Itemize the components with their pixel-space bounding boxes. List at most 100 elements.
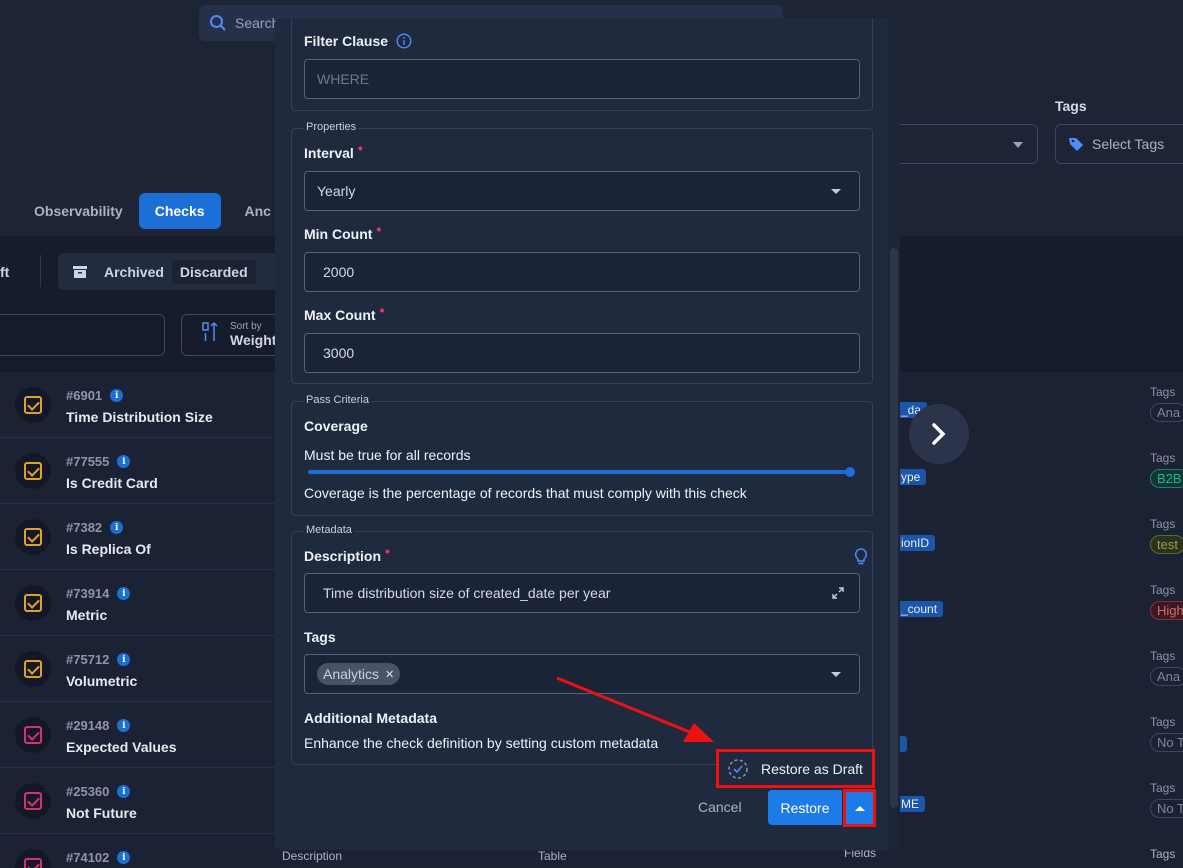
- sort-by-value: Weight: [230, 332, 277, 348]
- modal-scrollbar[interactable]: [888, 18, 900, 850]
- min-count-input[interactable]: 2000: [304, 252, 860, 292]
- check-name: Is Replica Of: [66, 541, 151, 557]
- max-count-input[interactable]: 3000: [304, 333, 860, 373]
- list-item[interactable]: #25360 i Not Future: [0, 768, 280, 834]
- list-item[interactable]: #77555 i Is Credit Card: [0, 438, 280, 504]
- list-item[interactable]: #73914 i Metric: [0, 570, 280, 636]
- list-item[interactable]: #7382 i Is Replica Of: [0, 504, 280, 570]
- description-input[interactable]: Time distribution size of created_date p…: [304, 573, 860, 613]
- tags-column-label: Tags: [1150, 649, 1176, 663]
- tag-chip: Ana: [1150, 667, 1183, 686]
- tag-chip: test: [1150, 535, 1183, 554]
- metadata-tags-select[interactable]: Analytics ✕: [304, 654, 860, 694]
- check-name: Not Future: [66, 805, 137, 821]
- max-count-value: 3000: [323, 345, 355, 361]
- field-badge: _count: [895, 601, 944, 617]
- tab-checks[interactable]: Checks: [138, 193, 221, 229]
- cancel-button[interactable]: Cancel: [698, 799, 742, 815]
- check-status-icon: [15, 585, 51, 621]
- metadata-legend: Metadata: [304, 524, 354, 536]
- draft-filter-label[interactable]: ft: [0, 264, 9, 280]
- metadata-tags-label: Tags: [304, 629, 336, 645]
- coverage-slider-track[interactable]: [308, 470, 850, 474]
- tab-observability[interactable]: Observability: [0, 193, 139, 229]
- additional-metadata-text: Enhance the check definition by setting …: [304, 735, 659, 751]
- info-icon[interactable]: i: [117, 587, 131, 600]
- min-count-label-text: Min Count: [304, 226, 373, 242]
- chevron-down-icon: [1013, 142, 1023, 148]
- check-status-icon: [15, 387, 51, 423]
- tags-filter-label: Tags: [1055, 98, 1087, 114]
- check-name: Time Distribution Size: [66, 409, 213, 425]
- checks-list: #6901 i Time Distribution Size #77555 i Is…: [0, 372, 280, 868]
- chevron-down-icon: [831, 189, 841, 194]
- tag-chip[interactable]: Analytics ✕: [317, 663, 401, 685]
- required-marker: •: [379, 302, 385, 318]
- description-value: Time distribution size of created_date p…: [323, 585, 611, 601]
- check-id: #73914: [66, 586, 110, 601]
- tag-chip: No T: [1150, 799, 1183, 818]
- tag-chip: B2B: [1150, 469, 1183, 488]
- check-status-icon: [15, 783, 51, 819]
- info-icon[interactable]: i: [117, 785, 131, 798]
- tags-column-label: Tags: [1150, 781, 1176, 795]
- tags-column-label: Tags: [1150, 451, 1176, 465]
- info-icon[interactable]: i: [117, 719, 131, 732]
- restore-as-draft-label: Restore as Draft: [761, 760, 863, 777]
- coverage-help-text: Coverage is the percentage of records th…: [304, 485, 747, 501]
- filter-clause-input[interactable]: WHERE: [304, 59, 860, 99]
- sort-icon: [202, 321, 218, 341]
- archived-filter[interactable]: Archived: [104, 264, 164, 280]
- scrollbar-thumb[interactable]: [890, 248, 898, 808]
- coverage-slider-handle[interactable]: [845, 467, 855, 477]
- filter-clause-label-text: Filter Clause: [304, 33, 389, 49]
- max-count-label-text: Max Count: [304, 307, 376, 323]
- restore-as-draft-option[interactable]: Restore as Draft: [716, 749, 875, 788]
- status-filter-group: Archived Discarded: [58, 253, 278, 290]
- column-table: Table: [538, 849, 567, 863]
- restore-options-toggle[interactable]: [843, 789, 876, 827]
- list-item[interactable]: #74102 i: [0, 834, 280, 868]
- check-id: #77555: [66, 454, 110, 469]
- info-icon[interactable]: i: [117, 851, 131, 864]
- check-name: Is Credit Card: [66, 475, 158, 491]
- check-name: Metric: [66, 607, 108, 623]
- list-item[interactable]: #75712 i Volumetric: [0, 636, 280, 702]
- chevron-down-icon: [831, 672, 841, 677]
- background-dropdown[interactable]: [895, 124, 1038, 164]
- info-icon[interactable]: i: [110, 521, 124, 534]
- sort-by-caption: Sort by: [230, 321, 262, 332]
- check-id: #7382: [66, 520, 103, 535]
- list-item[interactable]: #29148 i Expected Values: [0, 702, 280, 768]
- table-row: ME Tags No T: [895, 768, 1183, 834]
- info-icon[interactable]: [396, 33, 412, 49]
- info-icon[interactable]: i: [117, 653, 131, 666]
- interval-select[interactable]: Yearly: [304, 171, 860, 211]
- required-marker: •: [385, 543, 390, 559]
- lightbulb-icon[interactable]: [854, 548, 868, 566]
- min-count-label: Min Count •: [304, 221, 381, 242]
- tag-chip: No T: [1150, 733, 1183, 752]
- info-icon[interactable]: i: [110, 389, 124, 402]
- search-placeholder: Search: [235, 15, 280, 31]
- chevron-up-icon: [854, 805, 865, 811]
- table-row: Tags No T: [895, 702, 1183, 768]
- info-icon[interactable]: i: [117, 455, 131, 468]
- chevron-right-icon: [932, 423, 946, 445]
- discarded-filter[interactable]: Discarded: [171, 259, 256, 284]
- check-name: Expected Values: [66, 739, 177, 755]
- tags-column-label: Tags: [1150, 385, 1176, 399]
- next-button[interactable]: [909, 404, 969, 464]
- tags-column-label: Tags: [1150, 583, 1176, 597]
- expand-icon[interactable]: [831, 586, 845, 600]
- checks-search-input[interactable]: [0, 314, 165, 356]
- restore-button[interactable]: Restore: [768, 790, 842, 825]
- archive-icon: [73, 265, 87, 278]
- check-id: #75712: [66, 652, 110, 667]
- draft-icon: [728, 758, 748, 779]
- tags-filter-select[interactable]: Select Tags: [1055, 124, 1183, 164]
- list-item[interactable]: #6901 i Time Distribution Size: [0, 372, 280, 438]
- close-icon[interactable]: ✕: [385, 668, 394, 681]
- table-row: Tags Ana: [895, 636, 1183, 702]
- description-label-text: Description: [304, 548, 382, 564]
